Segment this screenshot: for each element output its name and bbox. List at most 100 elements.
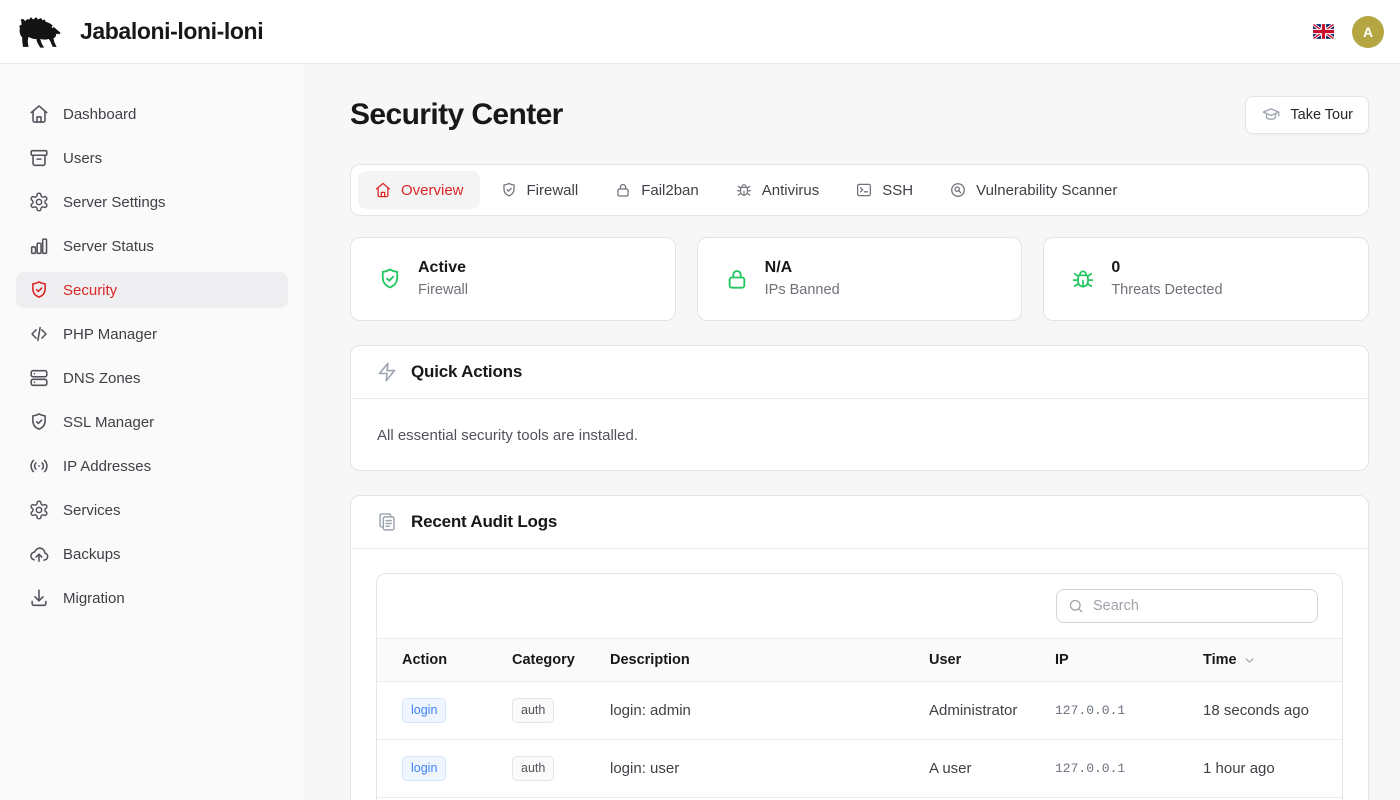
search-icon <box>1067 597 1085 615</box>
sidebar: Dashboard Users Server Settings Server S… <box>0 64 304 800</box>
cell-time: 18 seconds ago <box>1203 682 1343 740</box>
sidebar-item-server-status[interactable]: Server Status <box>16 228 288 264</box>
sidebar-item-label: PHP Manager <box>63 326 157 343</box>
cell-ip: 127.0.0.1 <box>1055 682 1203 740</box>
cloud-upload-icon <box>28 543 50 565</box>
sidebar-item-label: Security <box>63 282 117 299</box>
col-time: Time <box>1203 639 1343 682</box>
brand[interactable]: Jabaloni-loni-loni <box>16 14 263 50</box>
stat-label: Firewall <box>418 281 468 300</box>
sidebar-item-ip-addresses[interactable]: IP Addresses <box>16 448 288 484</box>
sidebar-item-label: Server Settings <box>63 194 166 211</box>
chevron-down-icon <box>1242 653 1257 668</box>
action-badge[interactable]: login <box>402 756 446 781</box>
col-category: Category <box>512 639 610 682</box>
shield-check-icon <box>500 181 518 199</box>
uk-flag-icon[interactable] <box>1313 24 1334 39</box>
tab-ssh[interactable]: SSH <box>839 171 929 209</box>
broadcast-icon <box>28 455 50 477</box>
audit-logs-title: Recent Audit Logs <box>411 512 557 532</box>
audit-table: Action Category Description User IP Time <box>377 638 1343 800</box>
sidebar-item-services[interactable]: Services <box>16 492 288 528</box>
shield-check-icon <box>28 279 50 301</box>
user-avatar[interactable]: A <box>1352 16 1384 48</box>
time-sort-header[interactable]: Time <box>1203 652 1257 668</box>
clipboard-copy-icon <box>376 511 398 533</box>
col-description: Description <box>610 639 929 682</box>
sidebar-item-label: Dashboard <box>63 106 136 123</box>
tab-firewall[interactable]: Firewall <box>484 171 595 209</box>
shield-check-icon <box>377 266 403 292</box>
col-action: Action <box>377 639 512 682</box>
sidebar-item-dns-zones[interactable]: DNS Zones <box>16 360 288 396</box>
top-header: Jabaloni-loni-loni A <box>0 0 1400 64</box>
page-title: Security Center <box>350 98 563 132</box>
stat-label: IPs Banned <box>765 281 840 300</box>
quick-actions-message: All essential security tools are install… <box>376 423 1343 446</box>
sidebar-item-label: Services <box>63 502 121 519</box>
cell-ip: 127.0.0.1 <box>1055 740 1203 798</box>
archive-box-icon <box>28 147 50 169</box>
lock-icon <box>614 181 632 199</box>
graduation-cap-icon <box>1261 105 1281 125</box>
cell-user: Administrator <box>929 682 1055 740</box>
category-badge[interactable]: auth <box>512 698 554 723</box>
stat-card-threats: 0 Threats Detected <box>1043 237 1369 321</box>
cell-user: A user <box>929 740 1055 798</box>
sidebar-item-label: Backups <box>63 546 121 563</box>
sidebar-item-label: DNS Zones <box>63 370 141 387</box>
stat-value: Active <box>418 258 468 278</box>
tab-vulnerability-scanner[interactable]: Vulnerability Scanner <box>933 171 1133 209</box>
sidebar-item-dashboard[interactable]: Dashboard <box>16 96 288 132</box>
search-input[interactable] <box>1056 589 1318 623</box>
server-stack-icon <box>28 367 50 389</box>
stat-card-firewall: Active Firewall <box>350 237 676 321</box>
quick-actions-card: Quick Actions All essential security too… <box>350 345 1369 471</box>
security-tabs: Overview Firewall Fail2ban Antivirus SSH… <box>350 164 1369 216</box>
home-icon <box>28 103 50 125</box>
audit-table-panel: Action Category Description User IP Time <box>376 573 1343 800</box>
gear-icon <box>28 191 50 213</box>
category-badge[interactable]: auth <box>512 756 554 781</box>
table-row: login auth login: admin Administrator 12… <box>377 682 1343 740</box>
terminal-icon <box>855 181 873 199</box>
scan-search-icon <box>949 181 967 199</box>
sidebar-item-users[interactable]: Users <box>16 140 288 176</box>
sidebar-item-label: Migration <box>63 590 125 607</box>
home-icon <box>374 181 392 199</box>
cell-description: login: user <box>610 740 929 798</box>
sidebar-item-security[interactable]: Security <box>16 272 288 308</box>
bug-icon <box>735 181 753 199</box>
tab-overview[interactable]: Overview <box>358 171 480 209</box>
stat-value: N/A <box>765 258 840 278</box>
sidebar-item-ssl-manager[interactable]: SSL Manager <box>16 404 288 440</box>
col-ip: IP <box>1055 639 1203 682</box>
take-tour-button[interactable]: Take Tour <box>1245 96 1369 134</box>
col-user: User <box>929 639 1055 682</box>
shield-check-icon <box>28 411 50 433</box>
sidebar-item-backups[interactable]: Backups <box>16 536 288 572</box>
boar-logo-icon <box>16 14 66 50</box>
sidebar-item-label: Server Status <box>63 238 154 255</box>
action-badge[interactable]: login <box>402 698 446 723</box>
sidebar-item-php-manager[interactable]: PHP Manager <box>16 316 288 352</box>
main-content: Security Center Take Tour Overview Firew… <box>304 64 1400 800</box>
stat-cards: Active Firewall N/A IPs Banned 0 Threats… <box>350 237 1369 321</box>
sidebar-item-migration[interactable]: Migration <box>16 580 288 616</box>
download-icon <box>28 587 50 609</box>
stat-label: Threats Detected <box>1111 281 1222 300</box>
gear-icon <box>28 499 50 521</box>
tab-fail2ban[interactable]: Fail2ban <box>598 171 715 209</box>
quick-actions-title: Quick Actions <box>411 362 522 382</box>
sidebar-item-label: IP Addresses <box>63 458 151 475</box>
code-icon <box>28 323 50 345</box>
app-title: Jabaloni-loni-loni <box>80 18 263 45</box>
lock-icon <box>724 266 750 292</box>
sidebar-item-server-settings[interactable]: Server Settings <box>16 184 288 220</box>
sidebar-item-label: Users <box>63 150 102 167</box>
stat-value: 0 <box>1111 258 1222 278</box>
tab-antivirus[interactable]: Antivirus <box>719 171 836 209</box>
stat-card-ips-banned: N/A IPs Banned <box>697 237 1023 321</box>
audit-logs-card: Recent Audit Logs <box>350 495 1369 800</box>
table-row: login auth login: user A user 127.0.0.1 … <box>377 740 1343 798</box>
